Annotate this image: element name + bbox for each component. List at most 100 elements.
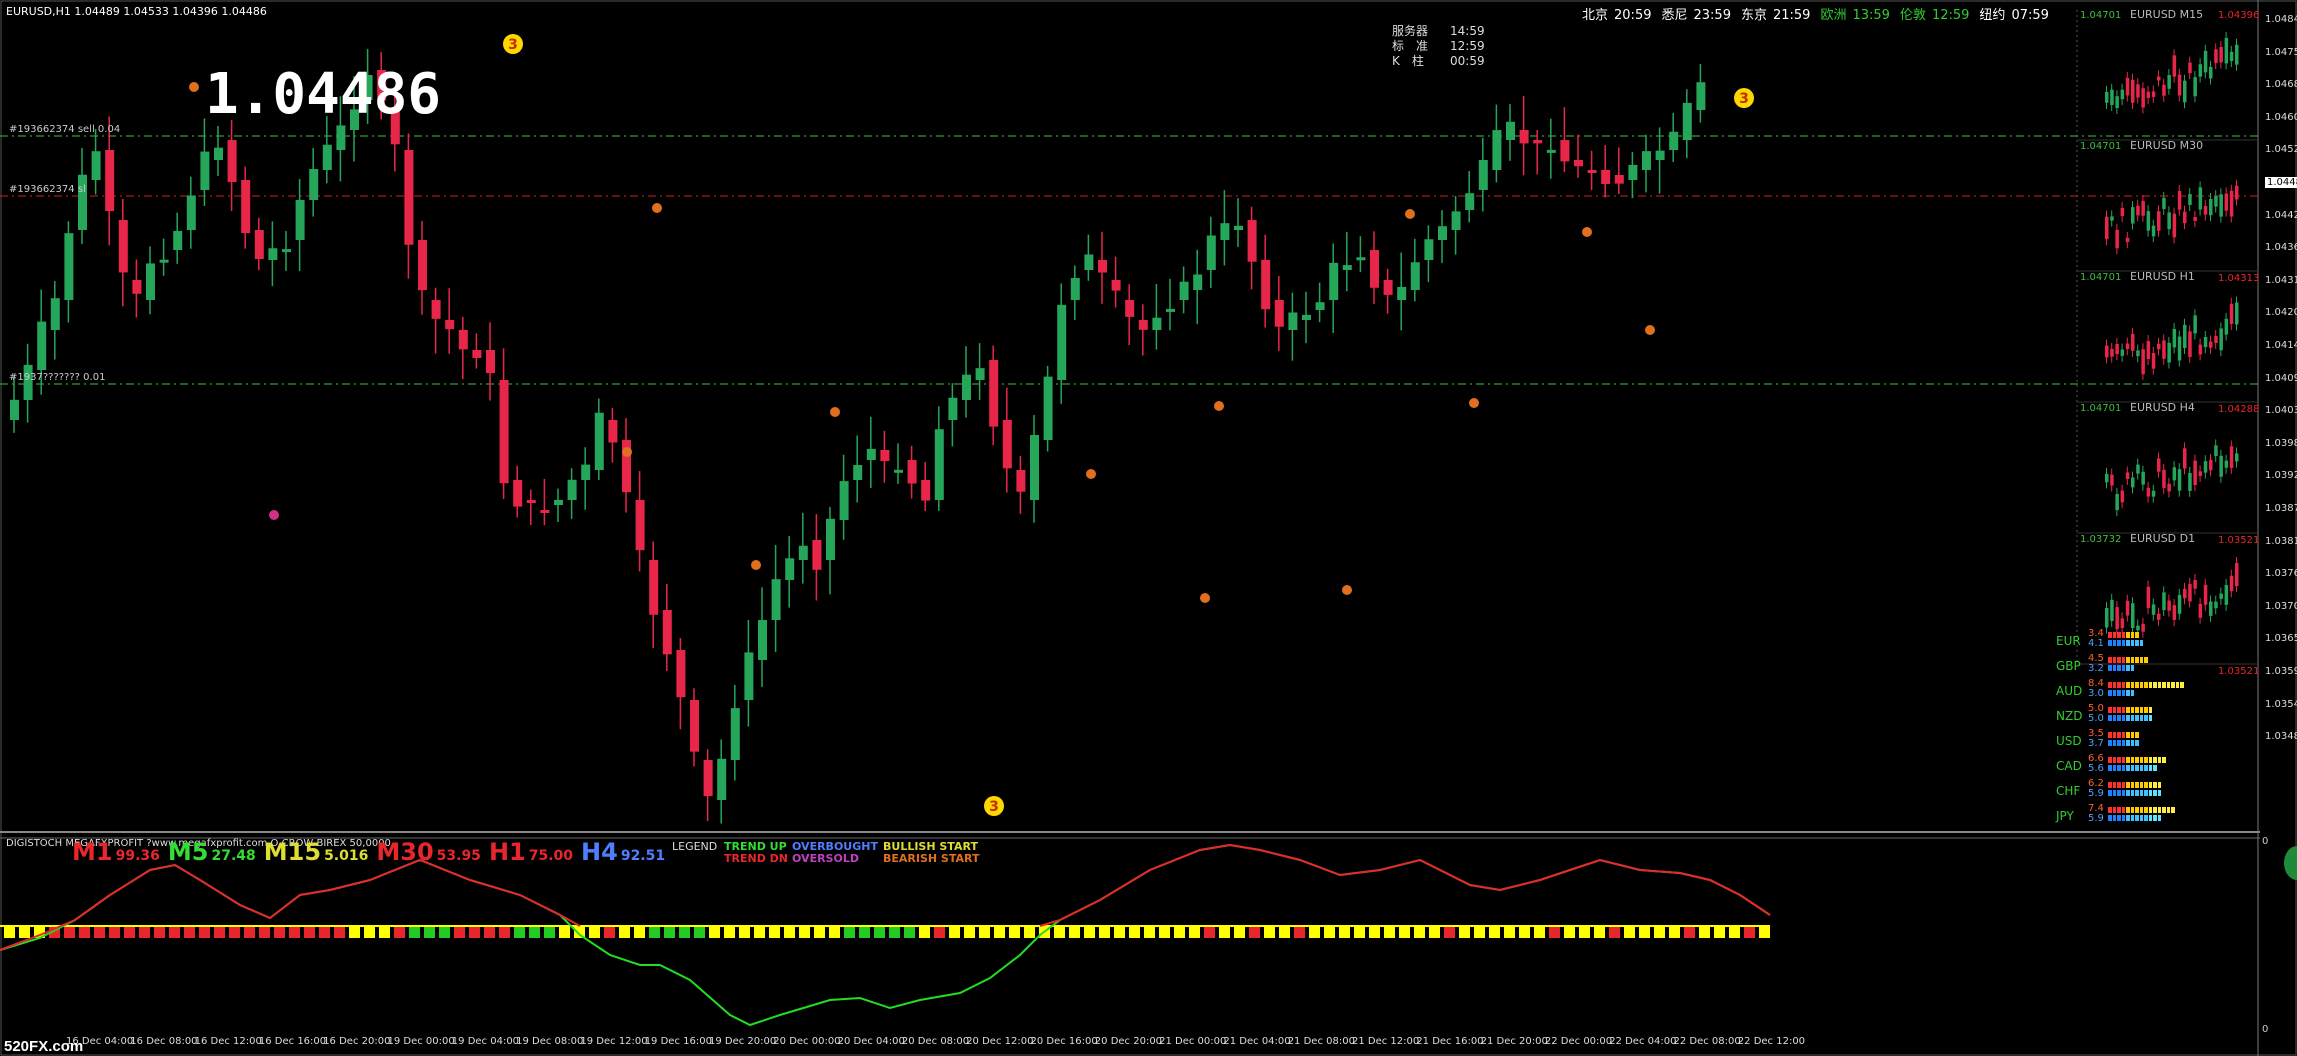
strength-bar-a (2126, 782, 2130, 788)
candle-body (1193, 274, 1203, 290)
strength-bar-b (2135, 640, 2139, 646)
strength-bar-a (2180, 682, 2184, 688)
candle-body (10, 399, 19, 420)
mini-candle (2141, 88, 2145, 108)
strength-bar-b (2117, 765, 2121, 771)
trend-square (544, 927, 555, 938)
mini-left-value: 1.04701 (2080, 10, 2122, 21)
trend-square (874, 927, 885, 938)
mini-candle (2120, 208, 2125, 217)
candle-body (132, 280, 142, 294)
small-fractal (1342, 585, 1352, 595)
trend-square (1714, 927, 1725, 938)
candle-body (1533, 140, 1543, 144)
strength-bar-a (2130, 632, 2134, 638)
mini-candle (2105, 345, 2109, 358)
trend-square (1354, 927, 1365, 938)
mini-candle (2136, 464, 2140, 474)
strength-bar-a (2108, 682, 2112, 688)
strength-bar-a (2144, 807, 2148, 813)
candle-body (513, 480, 523, 507)
strength-bar-b (2157, 790, 2161, 796)
server-row: 服务器 14:59 (1392, 24, 1485, 39)
mini-title: EURUSD M15 (2130, 8, 2204, 21)
strength-bar-a (2144, 757, 2148, 763)
candle-body (50, 298, 60, 330)
candle-body (445, 320, 455, 330)
strength-bar-b (2112, 740, 2116, 746)
strength-bar-a (2144, 657, 2148, 663)
mini-candle (2198, 64, 2203, 77)
small-fractal (269, 510, 279, 520)
trend-square (1624, 927, 1635, 938)
mini-right-value: 1.03521 (2218, 535, 2260, 546)
strength-bar-a (2135, 732, 2139, 738)
candle-body (934, 429, 944, 500)
main-chart[interactable]: 3 3 3 (0, 0, 2297, 1056)
strength-bar-a (2117, 757, 2121, 763)
trend-square (1219, 927, 1230, 938)
mini-candle (2172, 55, 2177, 77)
strength-bar-b (2108, 740, 2112, 746)
trend-square (94, 927, 105, 938)
candle-body (608, 420, 618, 443)
candle-body (1206, 235, 1216, 270)
mini-candle (2157, 343, 2161, 350)
clock-time: 23:59 (1693, 8, 1731, 23)
strength-bar-a (2153, 807, 2157, 813)
trend-square (229, 927, 240, 938)
mini-candle (2162, 469, 2166, 488)
mini-left-value: 1.04701 (2080, 272, 2122, 283)
candle-body (649, 560, 659, 615)
mini-candle (2203, 461, 2208, 473)
price-tick: 1.03925 (2265, 470, 2297, 482)
tf-entry: H4 92.51 (581, 838, 665, 866)
strength-bar-b (2121, 665, 2125, 671)
strength-bar-b (2126, 665, 2130, 671)
candle-body (540, 510, 550, 513)
candle-body (1002, 420, 1012, 469)
price-tick: 1.04145 (2265, 340, 2297, 351)
mini-candle (2120, 349, 2125, 356)
mini-candle (2146, 341, 2151, 359)
strength-bar-a (2112, 632, 2116, 638)
candle-body (1492, 130, 1502, 170)
mini-candle (2229, 575, 2234, 592)
trend-square (1759, 927, 1770, 938)
mini-candle (2167, 600, 2171, 611)
currency-code: AUD (2056, 684, 2083, 698)
mini-candle (2224, 460, 2229, 468)
strength-bar-b (2135, 765, 2139, 771)
strength-bar-b (2126, 765, 2130, 771)
trend-square (1489, 927, 1500, 938)
candle-body (1098, 260, 1107, 273)
order-label-buy[interactable]: #1937??????? 0.01 (9, 372, 105, 383)
trend-square (844, 927, 855, 938)
trend-square (1639, 927, 1650, 938)
candle-body (105, 150, 115, 212)
mini-candle (2219, 593, 2223, 599)
order-label-sell[interactable]: #193662374 sell 0.04 (9, 124, 120, 135)
time-tick: 21 Dec 20:00 (1480, 1036, 1548, 1047)
trend-square (1729, 927, 1740, 938)
mini-candle (2105, 91, 2109, 103)
strength-bar-a (2148, 782, 2152, 788)
candle-body (975, 368, 985, 380)
trend-square (1744, 927, 1755, 938)
trend-square (79, 927, 90, 938)
trend-square (349, 927, 360, 938)
candle-body (1478, 160, 1488, 190)
trend-square (1609, 927, 1620, 938)
tf-value: 53.95 (436, 848, 481, 864)
trend-square (739, 927, 750, 938)
candle-body (268, 248, 278, 260)
trend-square (694, 927, 705, 938)
mini-candle (2235, 185, 2239, 200)
clock-city: 北京 (1582, 8, 1609, 23)
strength-bar-b (2108, 765, 2112, 771)
time-tick: 20 Dec 08:00 (901, 1036, 970, 1047)
strength-bar-b (2148, 715, 2152, 721)
mini-candle (2214, 445, 2218, 456)
order-label-sl[interactable]: #193662374 sl (9, 184, 86, 195)
tf-label: H1 (488, 838, 526, 866)
